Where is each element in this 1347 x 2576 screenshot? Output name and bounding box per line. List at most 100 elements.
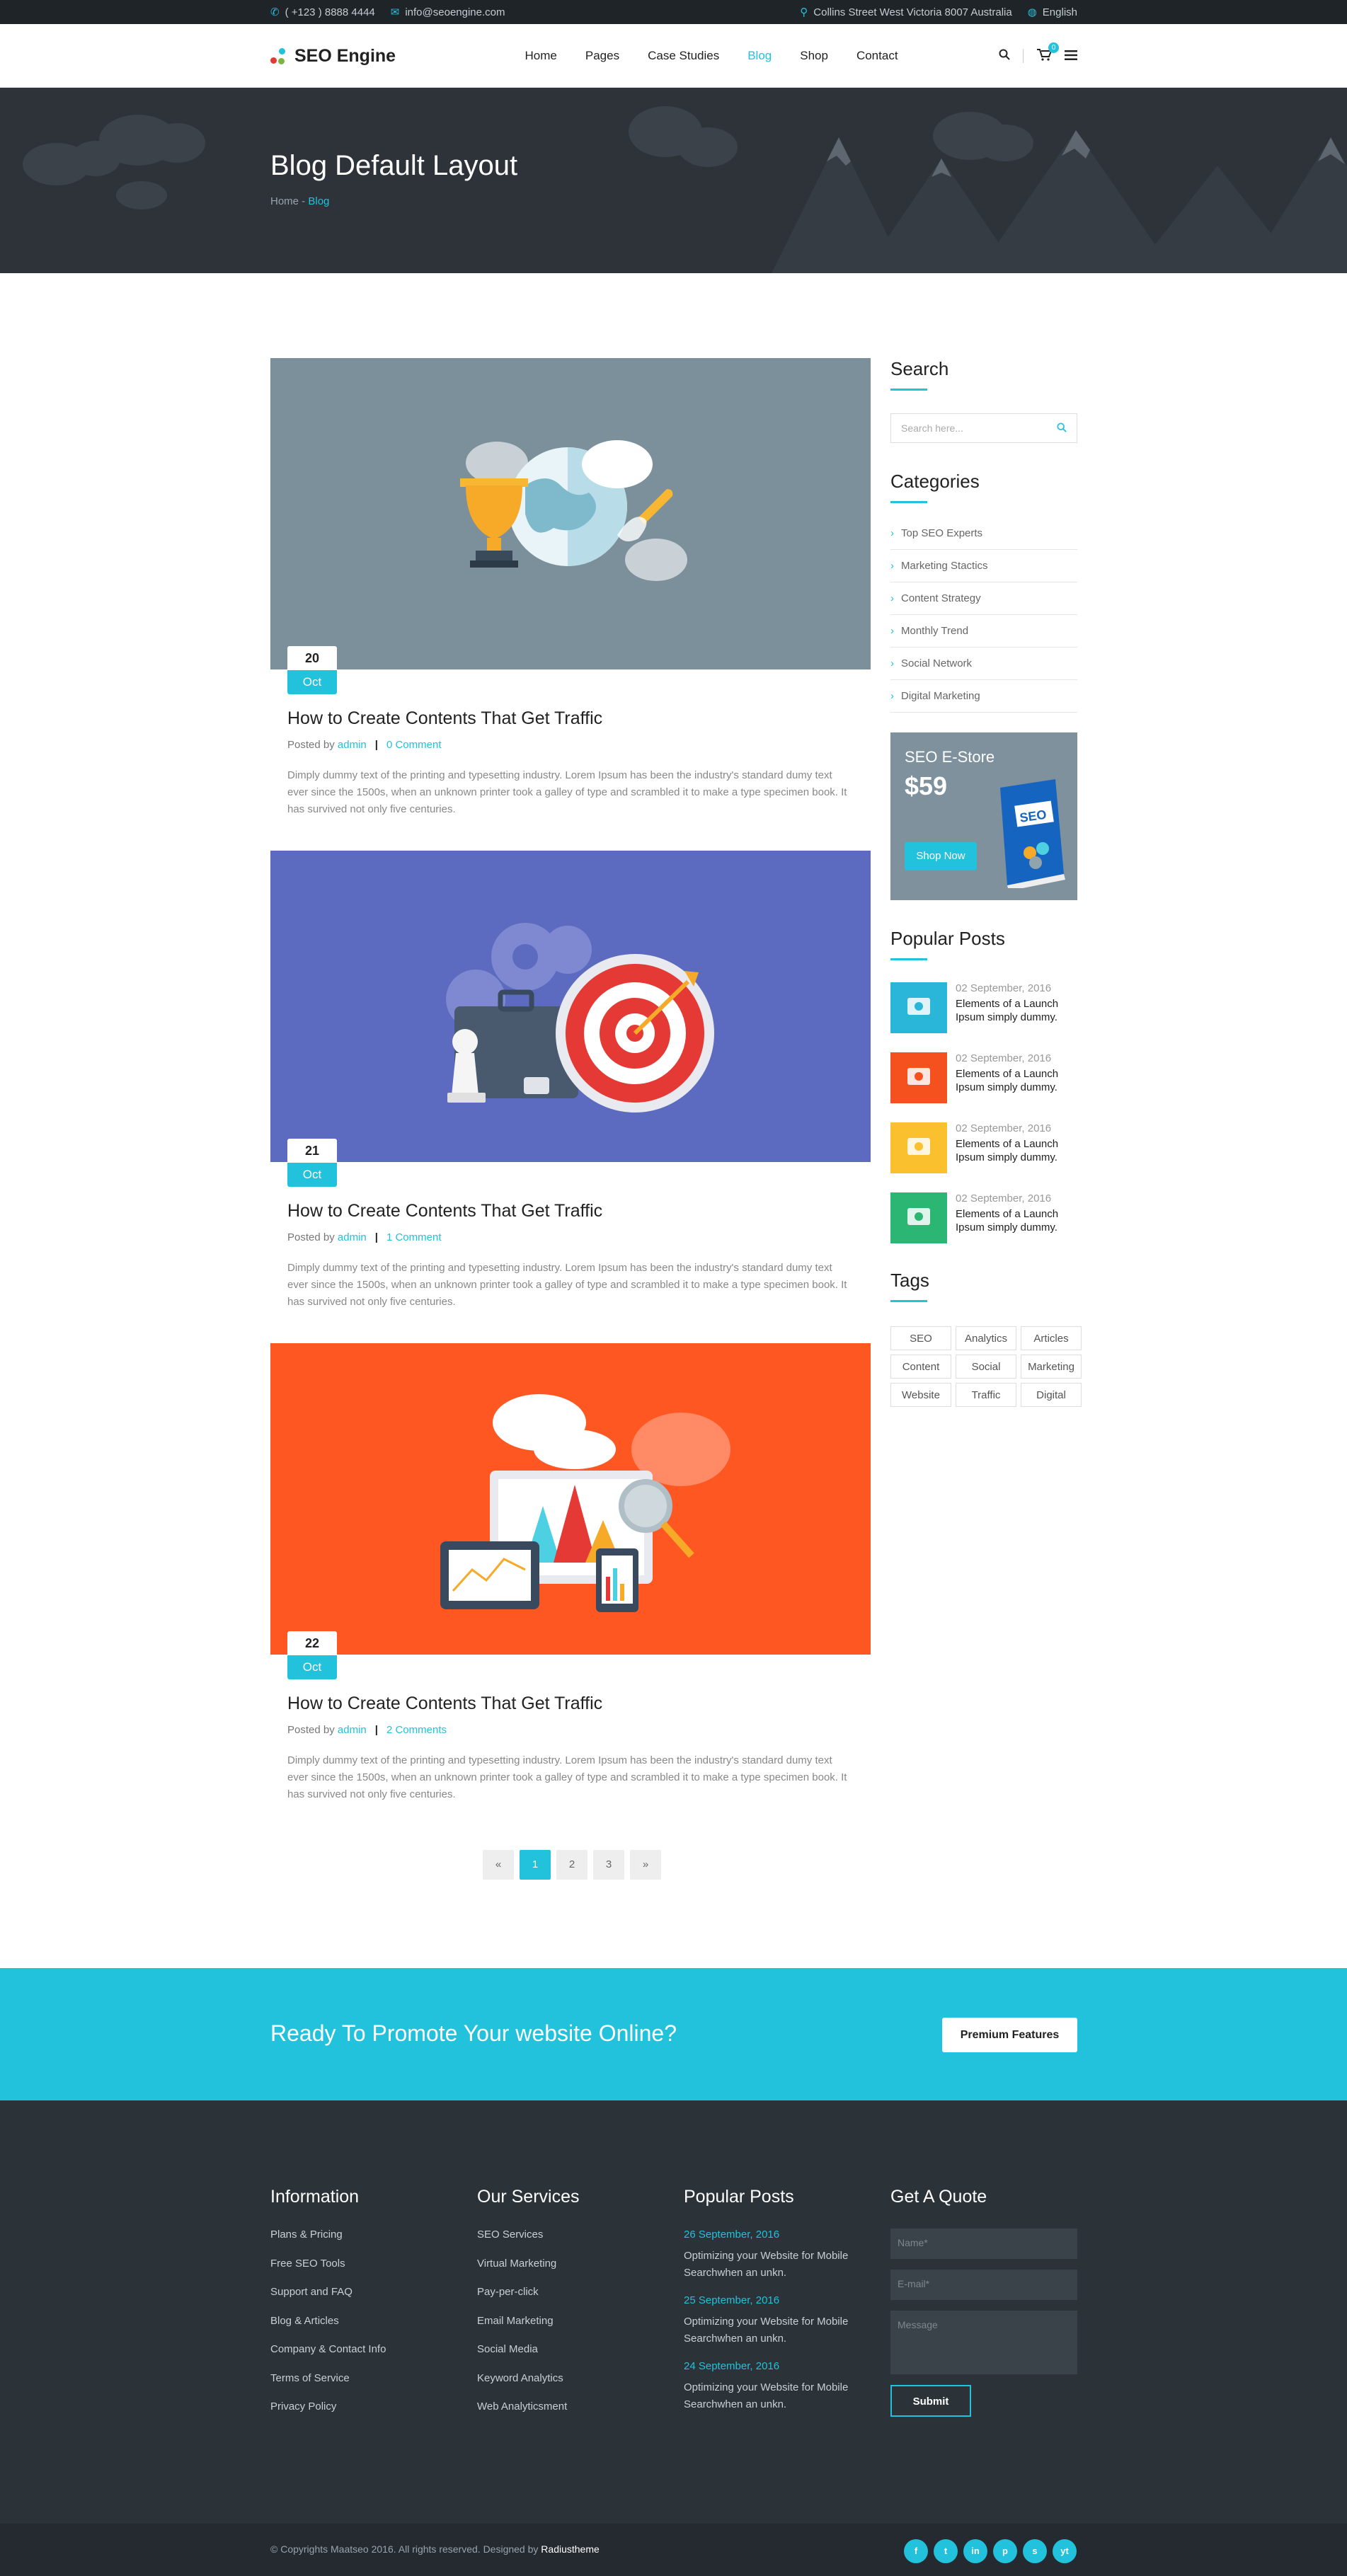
page-button[interactable]: » [630, 1850, 661, 1880]
post-title[interactable]: How to Create Contents That Get Traffic [287, 708, 602, 729]
footer-link[interactable]: Support and FAQ [270, 2286, 386, 2315]
nav-item-case-studies[interactable]: Case Studies [648, 49, 719, 63]
popular-post-item[interactable]: 02 September, 2016 Elements of a Launch I… [890, 1052, 1077, 1103]
popular-post-item[interactable]: 02 September, 2016 Elements of a Launch I… [890, 982, 1077, 1033]
page-button[interactable]: 1 [520, 1850, 551, 1880]
post-comments-link[interactable]: 2 Comments [386, 1724, 447, 1736]
tag-item[interactable]: Website [890, 1383, 951, 1407]
popular-post-title[interactable]: Elements of a Launch Ipsum simply dummy. [956, 1207, 1077, 1234]
post-comments-link[interactable]: 1 Comment [386, 1231, 442, 1243]
premium-features-button[interactable]: Premium Features [942, 2018, 1077, 2052]
footer-link[interactable]: Pay-per-click [477, 2286, 579, 2315]
page-button[interactable]: 3 [593, 1850, 624, 1880]
post-title[interactable]: How to Create Contents That Get Traffic [287, 1694, 602, 1714]
post-author-link[interactable]: admin [338, 1724, 367, 1736]
nav-item-contact[interactable]: Contact [856, 49, 898, 63]
tag-item[interactable]: Analytics [956, 1326, 1016, 1350]
post-thumbnail[interactable] [890, 982, 947, 1033]
nav-item-home[interactable]: Home [525, 49, 557, 63]
designer-link[interactable]: Radiustheme [541, 2543, 600, 2555]
footer-post-text[interactable]: Optimizing your Website for Mobile Searc… [684, 2379, 861, 2413]
footer-link[interactable]: Terms of Service [270, 2372, 386, 2401]
page-button[interactable]: 2 [556, 1850, 587, 1880]
menu-icon[interactable] [1064, 49, 1077, 64]
post-image[interactable] [270, 358, 871, 669]
page-button[interactable]: « [483, 1850, 514, 1880]
message-field[interactable]: Message [890, 2311, 1077, 2374]
search-input[interactable]: Search here... [890, 413, 1077, 443]
nav-item-pages[interactable]: Pages [585, 49, 619, 63]
footer-post[interactable]: 25 September, 2016 Optimizing your Websit… [684, 2294, 861, 2347]
youtube-icon[interactable]: yt [1053, 2539, 1077, 2563]
footer-post[interactable]: 24 September, 2016 Optimizing your Websit… [684, 2360, 861, 2413]
post-date-badge: 22 Oct [287, 1631, 337, 1679]
category-list: › Top SEO Experts › Marketing Stactics › Cont… [890, 517, 1077, 713]
popular-post-item[interactable]: 02 September, 2016 Elements of a Launch I… [890, 1192, 1077, 1243]
tag-item[interactable]: Social [956, 1355, 1016, 1379]
search-icon[interactable] [999, 49, 1010, 64]
popular-posts-widget: Popular Posts 02 September, 2016 Elements… [890, 928, 1077, 1263]
cart-icon[interactable]: 0 [1036, 42, 1059, 64]
topbar-phone[interactable]: ( +123 ) 8888 4444 [285, 6, 375, 18]
footer-post-text[interactable]: Optimizing your Website for Mobile Searc… [684, 2248, 861, 2282]
skype-icon[interactable]: s [1023, 2539, 1047, 2563]
post-thumbnail[interactable] [890, 1052, 947, 1103]
footer-link[interactable]: Company & Contact Info [270, 2343, 386, 2372]
name-field[interactable]: Name* [890, 2229, 1077, 2259]
tag-item[interactable]: Digital [1021, 1383, 1082, 1407]
logo[interactable]: SEO Engine [270, 46, 396, 67]
footer-link[interactable]: Web Analyticsment [477, 2400, 579, 2430]
footer-link[interactable]: Blog & Articles [270, 2315, 386, 2344]
footer-post[interactable]: 26 September, 2016 Optimizing your Websit… [684, 2229, 861, 2282]
footer-link[interactable]: Keyword Analytics [477, 2372, 579, 2401]
twitter-icon[interactable]: t [934, 2539, 958, 2563]
footer-link[interactable]: Social Media [477, 2343, 579, 2372]
category-item[interactable]: › Marketing Stactics [890, 550, 1077, 582]
language-selector[interactable]: English [1043, 6, 1077, 18]
footer-post-date: 26 September, 2016 [684, 2229, 780, 2241]
chevron-right-icon: › [890, 690, 894, 702]
popular-post-title[interactable]: Elements of a Launch Ipsum simply dummy. [956, 1137, 1077, 1164]
post-image[interactable] [270, 1343, 871, 1655]
post-comments-link[interactable]: 0 Comment [386, 739, 442, 751]
post-title[interactable]: How to Create Contents That Get Traffic [287, 1201, 602, 1221]
footer-link[interactable]: Email Marketing [477, 2315, 579, 2344]
category-item[interactable]: › Social Network [890, 648, 1077, 680]
linkedin-icon[interactable]: in [963, 2539, 987, 2563]
tag-item[interactable]: SEO [890, 1326, 951, 1350]
tag-item[interactable]: Traffic [956, 1383, 1016, 1407]
category-item[interactable]: › Content Strategy [890, 582, 1077, 615]
category-item[interactable]: › Top SEO Experts [890, 517, 1077, 550]
post-thumbnail[interactable] [890, 1122, 947, 1173]
chevron-right-icon: › [890, 560, 894, 572]
tag-item[interactable]: Content [890, 1355, 951, 1379]
category-item[interactable]: › Monthly Trend [890, 615, 1077, 648]
footer-link[interactable]: Privacy Policy [270, 2400, 386, 2430]
tag-item[interactable]: Marketing [1021, 1355, 1082, 1379]
tag-item[interactable]: Articles [1021, 1326, 1082, 1350]
nav-item-shop[interactable]: Shop [800, 49, 828, 63]
nav-item-blog[interactable]: Blog [747, 49, 772, 63]
submit-button[interactable]: Submit [890, 2385, 971, 2417]
post-day: 20 [287, 646, 337, 670]
popular-post-title[interactable]: Elements of a Launch Ipsum simply dummy. [956, 1067, 1077, 1094]
facebook-icon[interactable]: f [904, 2539, 928, 2563]
footer-link[interactable]: Virtual Marketing [477, 2258, 579, 2287]
popular-post-item[interactable]: 02 September, 2016 Elements of a Launch I… [890, 1122, 1077, 1173]
shop-now-button[interactable]: Shop Now [905, 842, 977, 870]
footer-link[interactable]: Plans & Pricing [270, 2229, 386, 2258]
footer-link[interactable]: Free SEO Tools [270, 2258, 386, 2287]
popular-post-title[interactable]: Elements of a Launch Ipsum simply dummy. [956, 997, 1077, 1024]
pinterest-icon[interactable]: p [993, 2539, 1017, 2563]
breadcrumb-home[interactable]: Home [270, 195, 299, 207]
footer-link[interactable]: SEO Services [477, 2229, 579, 2258]
post-image[interactable] [270, 851, 871, 1162]
footer-post-text[interactable]: Optimizing your Website for Mobile Searc… [684, 2313, 861, 2347]
post-thumbnail[interactable] [890, 1192, 947, 1243]
search-icon[interactable] [1057, 422, 1067, 435]
post-author-link[interactable]: admin [338, 739, 367, 751]
category-item[interactable]: › Digital Marketing [890, 680, 1077, 713]
post-author-link[interactable]: admin [338, 1231, 367, 1243]
topbar-email[interactable]: info@seoengine.com [405, 6, 505, 18]
email-field[interactable]: E-mail* [890, 2270, 1077, 2300]
